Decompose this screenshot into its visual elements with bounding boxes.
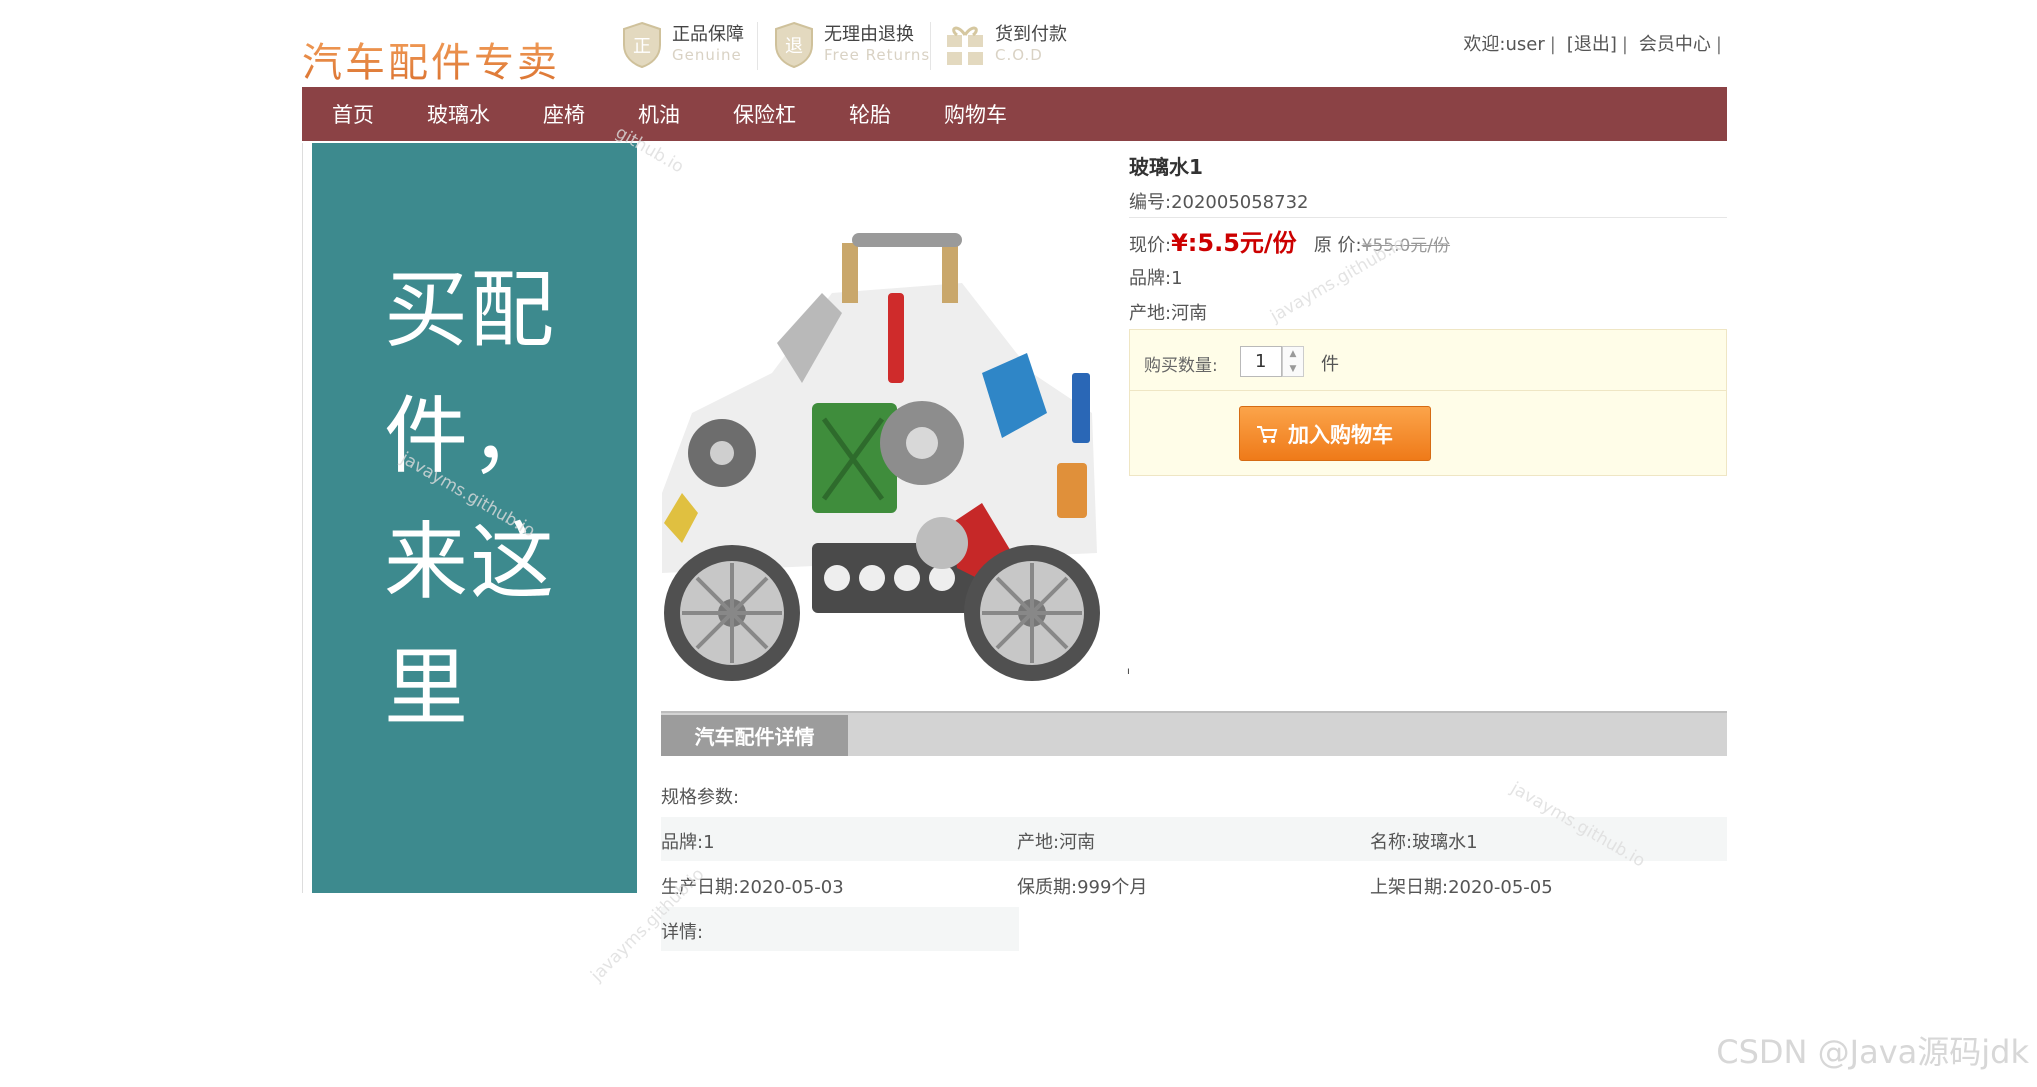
spec-shelf-life: 保质期:999个月: [1017, 877, 1148, 898]
product-code: 编号:202005058732: [1129, 192, 1309, 213]
decrement-arrow-icon[interactable]: ▼: [1283, 362, 1303, 377]
separator: |: [1715, 34, 1722, 55]
main-nav: 首页 玻璃水 座椅 机油 保险杠 轮胎 购物车: [302, 87, 1727, 141]
nav-item-engine-oil[interactable]: 机油: [638, 99, 680, 129]
nav-item-tires[interactable]: 轮胎: [849, 99, 891, 129]
site-logo[interactable]: 汽车配件专卖: [302, 30, 560, 88]
detail-label: 详情:: [661, 922, 704, 943]
divider: [1129, 217, 1727, 218]
product-origin: 产地:河南: [1129, 303, 1208, 324]
add-to-cart-button[interactable]: 加入购物车: [1239, 406, 1431, 461]
sidebar-border: [302, 143, 303, 893]
nav-item-cart[interactable]: 购物车: [944, 99, 1007, 129]
cart-icon: [1257, 425, 1278, 443]
product-name: 玻璃水1: [1129, 155, 1203, 179]
spec-name: 名称:玻璃水1: [1370, 832, 1478, 853]
csdn-watermark: CSDN @Java源码jdk: [1716, 1033, 2029, 1071]
user-bar: 欢迎:user | [退出] | 会员中心 |: [1457, 30, 1727, 56]
separator: |: [1549, 34, 1556, 55]
quantity-stepper[interactable]: ▲ ▼: [1282, 346, 1304, 377]
car-parts-illustration: [652, 223, 1108, 685]
sidebar-banner[interactable]: 买配件，来这里: [312, 143, 637, 893]
details-tab-bar: 汽车配件详情: [661, 711, 1727, 756]
badge-genuine: 正 正品保障 Genuine: [620, 20, 744, 70]
divider: [1130, 390, 1726, 391]
shield-return-icon: 退: [775, 21, 813, 69]
separator: |: [1621, 34, 1628, 55]
quantity-input[interactable]: 1: [1240, 346, 1282, 377]
badge-returns: 退 无理由退换 Free Returns: [772, 20, 930, 70]
add-to-cart-label: 加入购物车: [1288, 422, 1393, 447]
increment-arrow-icon[interactable]: ▲: [1283, 347, 1303, 362]
badge-divider: [757, 22, 758, 70]
spec-row: 生产日期:2020-05-03 保质期:999个月 上架日期:2020-05-0…: [661, 862, 1727, 906]
logout-link[interactable]: [退出]: [1567, 34, 1617, 55]
product-brand: 品牌:1: [1129, 268, 1183, 289]
quantity-unit: 件: [1321, 354, 1339, 375]
nav-item-seats[interactable]: 座椅: [543, 99, 585, 129]
header: 汽车配件专卖 正 正品保障 Genuine 退 无理由退换 Free Retur…: [302, 0, 1727, 87]
badge-divider: [930, 22, 931, 70]
badge-title: 正品保障: [672, 24, 744, 45]
shield-genuine-icon: 正: [623, 21, 661, 69]
quantity-label: 购买数量:: [1144, 356, 1218, 376]
spec-listing-date: 上架日期:2020-05-05: [1370, 877, 1553, 898]
badge-subtitle: Genuine: [672, 46, 742, 64]
tab-product-details[interactable]: 汽车配件详情: [661, 715, 848, 756]
price-label: 现价:: [1129, 235, 1172, 256]
badge-title: 货到付款: [995, 24, 1067, 45]
spec-title: 规格参数:: [661, 787, 740, 808]
svg-text:退: 退: [785, 36, 803, 57]
spec-brand: 品牌:1: [661, 832, 715, 853]
current-price: ¥:5.5元/份: [1171, 229, 1297, 257]
nav-item-washer-fluid[interactable]: 玻璃水: [427, 99, 490, 129]
welcome-text: 欢迎:user: [1463, 34, 1545, 55]
badge-title: 无理由退换: [824, 24, 914, 45]
nav-item-home[interactable]: 首页: [332, 99, 374, 129]
badge-cod: 货到付款 C.O.D: [943, 20, 1067, 70]
nav-item-bumper[interactable]: 保险杠: [733, 99, 796, 129]
badge-subtitle: Free Returns: [824, 46, 931, 64]
svg-text:正: 正: [633, 36, 651, 57]
product-image: [652, 223, 1108, 685]
buy-box: 购买数量: 1 ▲ ▼ 件 加入购物车: [1129, 329, 1727, 476]
badge-subtitle: C.O.D: [995, 46, 1043, 64]
stray-mark: ı: [1127, 666, 1130, 677]
gift-cod-icon: [947, 26, 983, 65]
detail-row: 详情:: [661, 907, 1019, 951]
member-center-link[interactable]: 会员中心: [1639, 34, 1711, 55]
original-price-label: 原 价:: [1313, 235, 1362, 256]
spec-origin: 产地:河南: [1017, 832, 1096, 853]
